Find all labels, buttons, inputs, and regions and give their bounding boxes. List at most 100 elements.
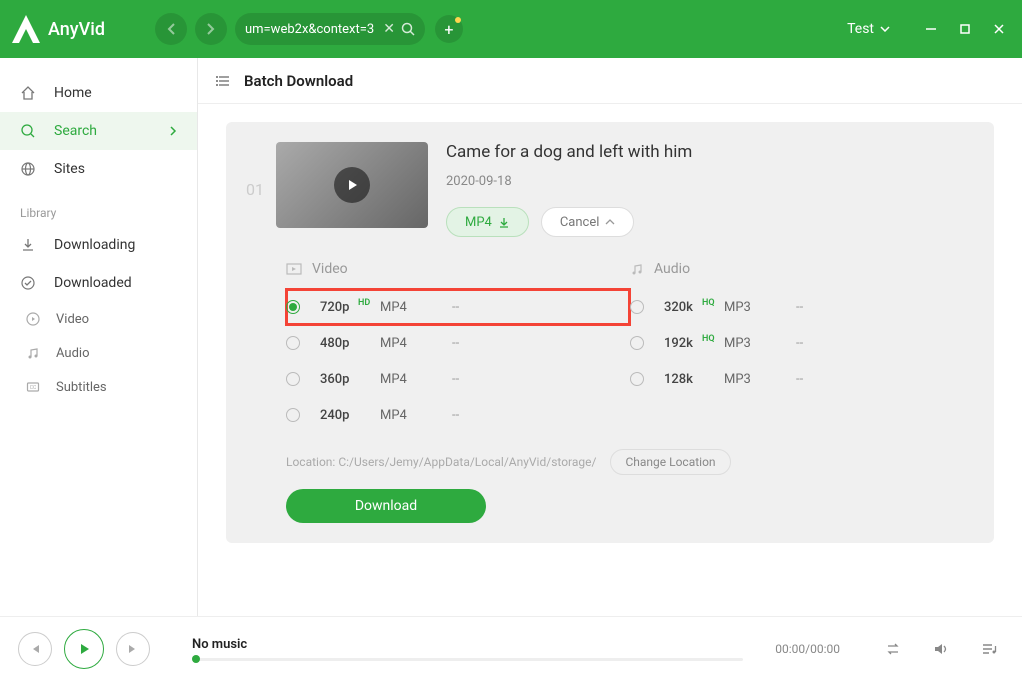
audio-option-row[interactable]: 320kHQMP3-- bbox=[630, 289, 974, 325]
audio-options-column: Audio 320kHQMP3--192kHQMP3--128kMP3-- bbox=[630, 261, 974, 433]
sidebar-item-label: Downloading bbox=[54, 237, 135, 253]
app-name: AnyVid bbox=[48, 19, 105, 40]
audio-option-row[interactable]: 192kHQMP3-- bbox=[630, 325, 974, 361]
test-dropdown[interactable]: Test bbox=[847, 21, 890, 37]
add-tab-button[interactable]: + bbox=[435, 15, 463, 43]
sidebar-item-home[interactable]: Home bbox=[0, 74, 197, 112]
back-button[interactable] bbox=[155, 13, 187, 45]
page-header: Batch Download bbox=[198, 58, 1022, 104]
radio-button[interactable] bbox=[286, 372, 300, 386]
resolution-label: 360p bbox=[320, 372, 380, 387]
radio-button[interactable] bbox=[286, 408, 300, 422]
music-icon bbox=[26, 346, 44, 360]
resolution-label: 320kHQ bbox=[664, 300, 724, 315]
progress-bar[interactable] bbox=[192, 658, 743, 661]
format-selector[interactable]: MP4 bbox=[446, 207, 529, 237]
size-label: -- bbox=[452, 408, 459, 423]
video-options-header: Video bbox=[286, 261, 630, 277]
url-text: um=web2x&context=3 bbox=[245, 22, 377, 37]
audio-options-header: Audio bbox=[630, 261, 974, 277]
chevron-up-icon bbox=[605, 219, 615, 225]
track-title: No music bbox=[192, 637, 743, 652]
format-label: MP4 bbox=[380, 408, 452, 423]
sidebar-item-label: Sites bbox=[54, 161, 85, 177]
cc-icon: CC bbox=[26, 380, 44, 394]
sidebar-item-search[interactable]: Search bbox=[0, 112, 197, 150]
video-option-row[interactable]: 480pMP4-- bbox=[286, 325, 630, 361]
card-number: 01 bbox=[246, 180, 264, 199]
next-track-button[interactable] bbox=[116, 632, 150, 666]
sidebar-sub-audio[interactable]: Audio bbox=[0, 336, 197, 370]
window-controls bbox=[920, 18, 1010, 40]
format-options: Video 720pHDMP4--480pMP4--360pMP4--240pM… bbox=[226, 255, 994, 543]
sidebar-item-downloading[interactable]: Downloading bbox=[0, 226, 197, 264]
close-button[interactable] bbox=[988, 18, 1010, 40]
playlist-button[interactable] bbox=[980, 640, 1004, 658]
content-area: Batch Download 01 Came for a dog and lef… bbox=[198, 58, 1022, 616]
prev-track-button[interactable] bbox=[18, 632, 52, 666]
player-bar: No music 00:00/00:00 bbox=[0, 616, 1022, 680]
logo-icon bbox=[12, 15, 40, 43]
check-icon bbox=[20, 275, 38, 291]
search-icon[interactable] bbox=[401, 22, 415, 36]
size-label: -- bbox=[796, 300, 803, 315]
sidebar-sub-video[interactable]: Video bbox=[0, 302, 197, 336]
url-clear-icon[interactable]: ✕ bbox=[383, 21, 395, 37]
video-option-row[interactable]: 720pHDMP4-- bbox=[286, 289, 630, 325]
video-thumbnail[interactable] bbox=[276, 142, 428, 228]
repeat-button[interactable] bbox=[884, 640, 908, 658]
resolution-label: 240p bbox=[320, 408, 380, 423]
video-title: Came for a dog and left with him bbox=[446, 142, 974, 162]
play-button[interactable] bbox=[64, 629, 104, 669]
cancel-label: Cancel bbox=[560, 215, 600, 230]
radio-button[interactable] bbox=[630, 372, 644, 386]
music-icon bbox=[630, 262, 644, 276]
sidebar-sub-label: Video bbox=[56, 312, 89, 327]
page-title: Batch Download bbox=[244, 72, 353, 90]
format-label: MP3 bbox=[724, 336, 796, 351]
size-label: -- bbox=[452, 372, 459, 387]
progress-handle[interactable] bbox=[192, 655, 200, 663]
change-location-button[interactable]: Change Location bbox=[610, 449, 730, 475]
sidebar-section-library: Library bbox=[0, 188, 197, 226]
download-icon bbox=[498, 216, 510, 228]
cancel-button[interactable]: Cancel bbox=[541, 207, 635, 237]
download-button[interactable]: Download bbox=[286, 489, 486, 523]
sidebar-item-label: Home bbox=[54, 85, 92, 101]
radio-button[interactable] bbox=[286, 336, 300, 350]
test-label: Test bbox=[847, 21, 874, 37]
resolution-label: 192kHQ bbox=[664, 336, 724, 351]
audio-option-row[interactable]: 128kMP3-- bbox=[630, 361, 974, 397]
resolution-label: 720pHD bbox=[320, 300, 380, 315]
sidebar-item-downloaded[interactable]: Downloaded bbox=[0, 264, 197, 302]
url-bar[interactable]: um=web2x&context=3 ✕ bbox=[235, 13, 425, 45]
radio-button[interactable] bbox=[630, 300, 644, 314]
quality-badge: HD bbox=[358, 298, 370, 308]
radio-button[interactable] bbox=[286, 300, 300, 314]
sites-icon bbox=[20, 161, 38, 177]
minimize-button[interactable] bbox=[920, 18, 942, 40]
volume-button[interactable] bbox=[932, 640, 956, 658]
sidebar-sub-label: Subtitles bbox=[56, 380, 107, 395]
quality-badge: HQ bbox=[702, 298, 715, 308]
sidebar-sub-subtitles[interactable]: CC Subtitles bbox=[0, 370, 197, 404]
quality-badge: HQ bbox=[702, 334, 715, 344]
app-logo: AnyVid bbox=[12, 15, 105, 43]
sidebar: Home Search Sites Library Downloading Do… bbox=[0, 58, 198, 616]
sidebar-item-label: Downloaded bbox=[54, 275, 132, 291]
size-label: -- bbox=[452, 336, 459, 351]
forward-button[interactable] bbox=[195, 13, 227, 45]
radio-button[interactable] bbox=[630, 336, 644, 350]
video-option-row[interactable]: 360pMP4-- bbox=[286, 361, 630, 397]
video-option-row[interactable]: 240pMP4-- bbox=[286, 397, 630, 433]
format-label: MP4 bbox=[465, 215, 492, 230]
resolution-label: 128k bbox=[664, 372, 724, 387]
size-label: -- bbox=[796, 336, 803, 351]
search-icon bbox=[20, 123, 38, 139]
sidebar-item-label: Search bbox=[54, 123, 97, 139]
video-options-column: Video 720pHDMP4--480pMP4--360pMP4--240pM… bbox=[286, 261, 630, 433]
format-label: MP4 bbox=[380, 336, 452, 351]
maximize-button[interactable] bbox=[954, 18, 976, 40]
chevron-right-icon bbox=[169, 125, 177, 137]
sidebar-item-sites[interactable]: Sites bbox=[0, 150, 197, 188]
